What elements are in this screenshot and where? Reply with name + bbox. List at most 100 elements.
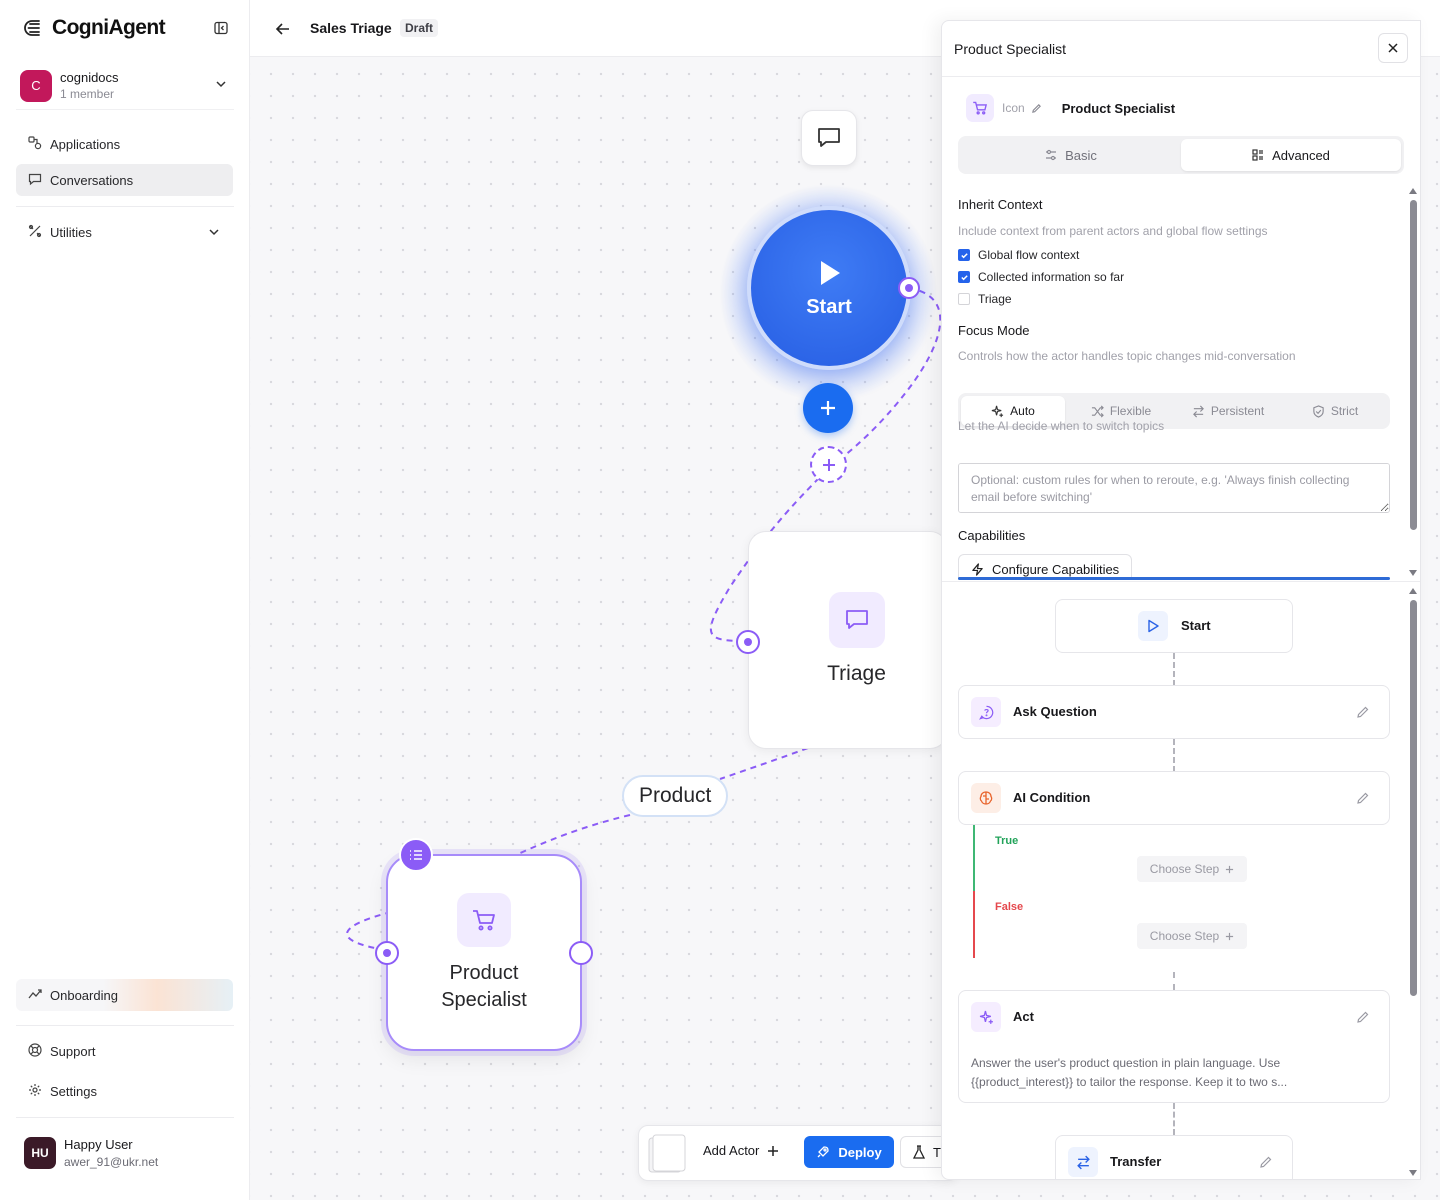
chat-node[interactable]: [801, 110, 857, 166]
rocket-icon: [817, 1146, 829, 1158]
product-input-port[interactable]: [375, 941, 399, 965]
divider: [16, 1025, 234, 1026]
sidebar-item-label: Support: [50, 1043, 96, 1059]
chevron-down-icon: [207, 225, 221, 242]
sidebar-item-settings[interactable]: Settings: [16, 1075, 233, 1107]
checkbox-triage[interactable]: Triage: [958, 291, 1012, 307]
brand[interactable]: CogniAgent: [24, 14, 166, 42]
add-node-button[interactable]: [803, 383, 853, 433]
scroll-down-icon[interactable]: [1408, 568, 1418, 578]
sidebar-item-label: Settings: [50, 1083, 97, 1099]
sidebar-item-utilities[interactable]: Utilities: [16, 216, 233, 248]
actor-name[interactable]: Product Specialist: [1062, 101, 1175, 116]
pencil-icon[interactable]: [1355, 790, 1371, 806]
scroll-down-icon[interactable]: [1408, 1168, 1418, 1178]
step-ask-question[interactable]: Ask Question: [958, 685, 1390, 739]
custom-rules-input[interactable]: [958, 463, 1390, 513]
step-start[interactable]: Start: [1055, 599, 1293, 653]
choose-step-false-button[interactable]: Choose Step: [1137, 923, 1247, 949]
lower-scrollbar[interactable]: [1407, 586, 1419, 1178]
specialist-label-line: Specialist: [441, 989, 527, 1011]
user-menu[interactable]: HU Happy User awer_91@ukr.net: [16, 1128, 233, 1178]
plus-icon: [768, 1145, 779, 1156]
checkbox-unchecked[interactable]: [958, 293, 970, 305]
transfer-icon: [1068, 1147, 1098, 1177]
deploy-button[interactable]: Deploy: [804, 1136, 894, 1168]
add-actor-button[interactable]: Add Actor: [703, 1143, 779, 1158]
plus-icon: [1226, 932, 1234, 940]
pencil-icon[interactable]: [1355, 704, 1371, 720]
change-icon-button[interactable]: Icon: [1002, 101, 1042, 115]
focus-mode-title: Focus Mode: [958, 323, 1030, 338]
cart-icon: [457, 893, 511, 947]
start-output-port[interactable]: [898, 277, 920, 299]
sidebar-item-conversations[interactable]: Conversations: [16, 164, 233, 196]
scroll-thumb[interactable]: [1410, 200, 1417, 530]
edge-add-button[interactable]: [810, 446, 847, 483]
scroll-up-icon[interactable]: [1408, 586, 1418, 596]
document-stack-icon[interactable]: [647, 1133, 687, 1175]
arrows-exchange-icon: [1192, 405, 1204, 417]
checkbox-collected-info[interactable]: Collected information so far: [958, 269, 1124, 285]
collapse-sidebar-icon[interactable]: [210, 17, 232, 39]
plus-icon: [1226, 865, 1234, 873]
sparkles-icon: [991, 405, 1004, 417]
status-badge: Draft: [400, 19, 439, 37]
divider: [16, 1117, 234, 1118]
applications-icon: [28, 135, 42, 153]
checkbox-checked[interactable]: [958, 271, 970, 283]
configure-capabilities-label: Configure Capabilities: [992, 561, 1120, 577]
step-title: Start: [1181, 618, 1211, 633]
deploy-label: Deploy: [838, 1144, 882, 1160]
sidebar-item-label: Conversations: [50, 172, 134, 188]
tab-label: Advanced: [1272, 147, 1330, 163]
pencil-icon[interactable]: [1258, 1154, 1274, 1170]
triage-input-port[interactable]: [736, 630, 760, 654]
step-ai-condition[interactable]: AI Condition: [958, 771, 1390, 825]
start-node[interactable]: Start: [747, 206, 911, 370]
product-specialist-node[interactable]: Product Specialist: [386, 854, 582, 1051]
edge-product-to-ps: [517, 814, 631, 855]
sidebar-item-onboarding[interactable]: Onboarding: [16, 979, 233, 1011]
brand-name: CogniAgent: [52, 16, 166, 39]
checkbox-checked[interactable]: [958, 249, 970, 261]
step-act[interactable]: Act Answer the user's product question i…: [958, 990, 1390, 1103]
actor-identity: Icon Product Specialist: [966, 94, 1175, 122]
step-title: AI Condition: [1013, 790, 1091, 805]
product-output-port[interactable]: [569, 941, 593, 965]
back-arrow-icon[interactable]: [272, 18, 294, 40]
pencil-icon[interactable]: [1355, 1009, 1371, 1025]
focus-mode-desc: Controls how the actor handles topic cha…: [958, 349, 1296, 363]
brain-icon: [971, 783, 1001, 813]
edge-label-product[interactable]: Product: [622, 775, 729, 817]
triage-node-label: Triage: [827, 662, 886, 685]
plus-icon: [822, 458, 835, 471]
act-description-line: Answer the user's product question in pl…: [971, 1056, 1281, 1070]
user-email: awer_91@ukr.net: [64, 1155, 159, 1169]
focus-mode-hint: Let the AI decide when to switch topics: [958, 419, 1165, 433]
sidebar: CogniAgent C cognidocs 1 member Applicat…: [0, 0, 250, 1200]
close-icon[interactable]: [1378, 33, 1408, 63]
tab-basic[interactable]: Basic: [961, 139, 1181, 171]
scroll-thumb[interactable]: [1410, 600, 1417, 996]
org-switcher[interactable]: C cognidocs 1 member: [16, 62, 234, 110]
focus-mode-strict[interactable]: Strict: [1283, 396, 1387, 426]
choose-step-true-button[interactable]: Choose Step: [1137, 856, 1247, 882]
list-icon[interactable]: [399, 838, 433, 872]
step-title: Ask Question: [1013, 704, 1097, 719]
triage-node[interactable]: Triage: [748, 531, 948, 749]
scroll-up-icon[interactable]: [1408, 186, 1418, 196]
cart-icon[interactable]: [966, 94, 994, 122]
upper-scrollbar[interactable]: [1407, 186, 1419, 576]
question-bubble-icon: [971, 697, 1001, 727]
true-branch-label: True: [995, 835, 1019, 847]
checkbox-global-flow-context[interactable]: Global flow context: [958, 247, 1079, 263]
sidebar-item-applications[interactable]: Applications: [16, 128, 233, 160]
focus-mode-persistent[interactable]: Persistent: [1176, 396, 1280, 426]
add-actor-label: Add Actor: [703, 1143, 760, 1158]
step-connector: [1173, 653, 1175, 686]
tab-advanced[interactable]: Advanced: [1181, 139, 1401, 171]
chat-bubble-icon: [829, 592, 885, 648]
sidebar-item-support[interactable]: Support: [16, 1035, 233, 1067]
step-transfer[interactable]: Transfer: [1055, 1135, 1293, 1179]
